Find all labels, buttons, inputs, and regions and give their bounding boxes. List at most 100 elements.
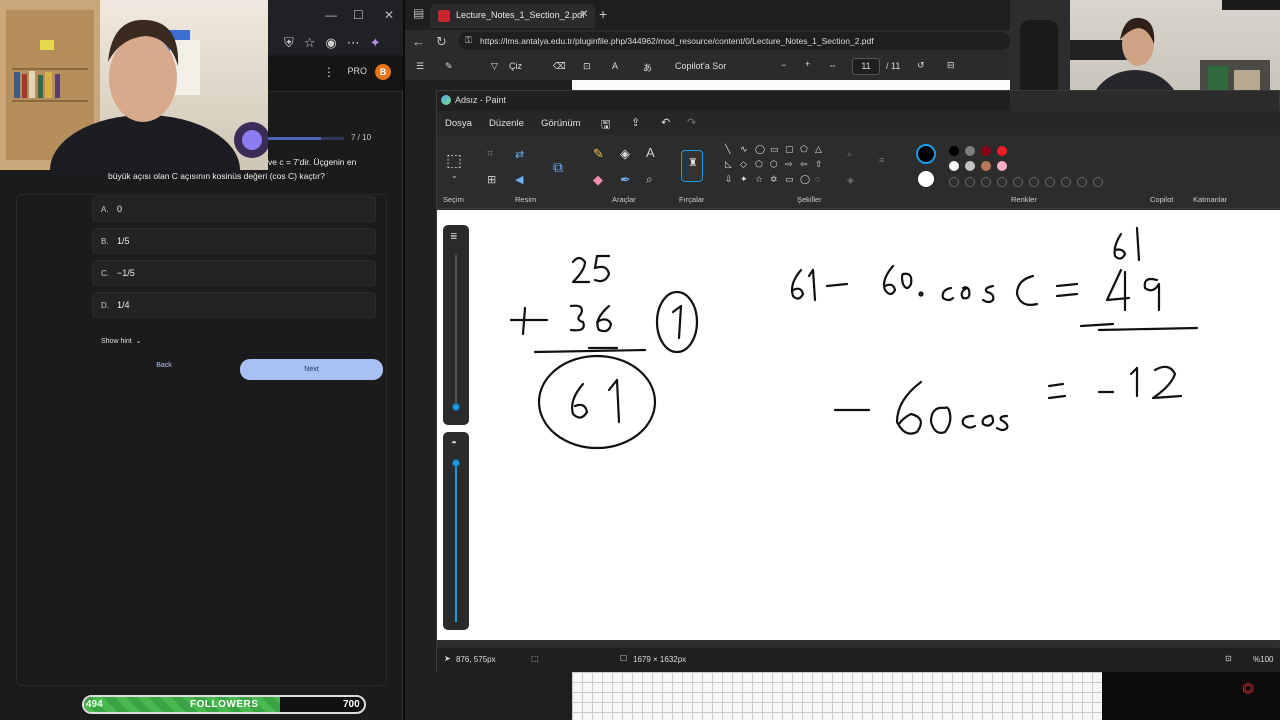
polygon-shape-icon[interactable]: ⬠ xyxy=(800,144,808,155)
minimize-icon[interactable]: — xyxy=(325,8,337,22)
custom-color-slot[interactable] xyxy=(1045,177,1055,187)
save-icon[interactable]: 🖫 xyxy=(601,116,610,135)
redo-icon[interactable]: ↷ xyxy=(687,116,696,129)
page-view-icon[interactable]: ⊟ xyxy=(947,60,955,71)
shield-icon[interactable]: ⛨ xyxy=(284,35,294,51)
selection-icon[interactable]: ⬚ xyxy=(446,151,462,171)
draw-icon[interactable]: ▽ xyxy=(491,61,498,72)
brush-selector[interactable]: ♜ xyxy=(681,150,703,182)
back-button[interactable]: Back xyxy=(142,362,186,376)
color-swatch[interactable] xyxy=(997,161,1007,171)
magnifier-icon[interactable]: ⌕ xyxy=(646,172,653,187)
four-point-star-icon[interactable]: ✦ xyxy=(740,174,748,185)
zoom-in-icon[interactable]: + xyxy=(805,59,810,69)
down-arrow-shape-icon[interactable]: ⇩ xyxy=(725,174,733,185)
fit-window-icon[interactable]: ⊡ xyxy=(1225,654,1232,663)
copilot-icon[interactable]: ✦ xyxy=(370,35,381,51)
undo-icon[interactable]: ↶ xyxy=(661,116,670,129)
tab-lecture-notes[interactable]: Lecture_Notes_1_Section_2.pdf xyxy=(430,4,595,28)
custom-color-slot[interactable] xyxy=(1077,177,1087,187)
resize-icon[interactable]: ⇄ xyxy=(515,148,524,161)
answer-option-c[interactable]: C. −1/5 xyxy=(92,260,376,286)
next-button[interactable]: Next xyxy=(240,359,383,380)
new-tab-icon[interactable]: + xyxy=(599,6,607,22)
answer-option-d[interactable]: D. 1/4 xyxy=(92,292,376,318)
right-triangle-shape-icon[interactable]: ◺ xyxy=(725,159,732,170)
menu-gorunum[interactable]: Görünüm xyxy=(541,118,581,129)
custom-color-slot[interactable] xyxy=(949,177,959,187)
callout-cloud-icon[interactable]: ◌ xyxy=(815,174,820,184)
rotate-icon[interactable]: ↺ xyxy=(917,60,925,71)
color-swatch[interactable] xyxy=(981,161,991,171)
page-number-input[interactable]: 11 xyxy=(852,58,880,75)
triangle-shape-icon[interactable]: △ xyxy=(815,144,822,155)
zoom-out-icon[interactable]: − xyxy=(781,60,786,70)
highlight-icon[interactable]: ✎ xyxy=(445,61,453,72)
fit-page-icon[interactable]: ⇔ xyxy=(828,60,837,70)
draw-label[interactable]: Çiz xyxy=(509,61,522,71)
line-shape-icon[interactable]: ╲ xyxy=(725,144,730,155)
ribbon-label-copilot[interactable]: Copilot xyxy=(1150,195,1173,204)
color-swatch[interactable] xyxy=(965,146,975,156)
fill-shape-icon[interactable]: ◈ xyxy=(847,175,854,186)
refresh-icon[interactable]: ↻ xyxy=(436,34,447,50)
right-arrow-shape-icon[interactable]: ⇨ xyxy=(785,159,793,170)
text-box-icon[interactable]: ⊡ xyxy=(583,61,591,72)
secondary-color-swatch[interactable] xyxy=(918,171,934,187)
up-arrow-shape-icon[interactable]: ⇧ xyxy=(815,159,823,170)
custom-color-slot[interactable] xyxy=(981,177,991,187)
image-select-icon[interactable]: ⊞ xyxy=(487,173,496,186)
left-arrow-shape-icon[interactable]: ⇦ xyxy=(800,159,808,170)
read-aloud-icon[interactable]: A xyxy=(612,61,618,71)
canvas-scrollbar[interactable] xyxy=(437,640,1280,646)
pentagon-shape-icon[interactable]: ⬠ xyxy=(755,159,763,170)
rectangle-shape-icon[interactable]: ▭ xyxy=(770,144,779,155)
avatar[interactable]: B xyxy=(375,64,391,80)
diamond-shape-icon[interactable]: ◇ xyxy=(740,159,747,170)
outline-icon[interactable]: ⌕ xyxy=(847,149,852,160)
text-icon[interactable]: A xyxy=(646,145,655,160)
color-swatch[interactable] xyxy=(981,146,991,156)
site-info-icon[interactable]: ⚿ xyxy=(465,35,472,46)
ribbon-label-layers[interactable]: Katmanlar xyxy=(1193,195,1227,204)
profile-icon[interactable]: ◉ xyxy=(325,35,336,51)
rotate-image-icon[interactable]: ◀ xyxy=(515,173,523,186)
oval-shape-icon[interactable]: ◯ xyxy=(755,144,765,155)
six-point-star-icon[interactable]: ✡ xyxy=(770,174,778,185)
hexagon-shape-icon[interactable]: ⬡ xyxy=(770,159,778,170)
curve-shape-icon[interactable]: ∿ xyxy=(740,144,748,155)
color-swatch[interactable] xyxy=(949,146,959,156)
star-icon[interactable]: ☆ xyxy=(304,35,316,51)
url-input[interactable]: ⚿ https://lms.antalya.edu.tr/pluginfile.… xyxy=(458,32,1010,50)
chevron-down-icon[interactable]: ⌄ xyxy=(451,171,458,180)
custom-color-slot[interactable] xyxy=(965,177,975,187)
custom-color-slot[interactable] xyxy=(1029,177,1039,187)
rounded-rect-shape-icon[interactable]: ▢ xyxy=(785,144,794,155)
copilot-ask-button[interactable]: Copilot'a Sor xyxy=(675,61,726,71)
translate-icon[interactable]: あ xyxy=(643,61,652,74)
callout-oval-icon[interactable]: ◯ xyxy=(800,174,810,185)
answer-option-a[interactable]: A. 0 xyxy=(92,196,376,222)
show-hint-toggle[interactable]: Show hint ⌄ xyxy=(101,337,142,345)
sidebar-toggle-icon[interactable]: ▤ xyxy=(413,6,424,20)
crop-icon[interactable]: ⌗ xyxy=(487,148,493,161)
answer-option-b[interactable]: B. 1/5 xyxy=(92,228,376,254)
contents-icon[interactable]: ☰ xyxy=(416,61,424,72)
shape-size-icon[interactable]: ≡ xyxy=(879,155,884,165)
more-icon[interactable]: ⋯ xyxy=(347,35,360,51)
close-icon[interactable]: ✕ xyxy=(384,8,394,22)
color-swatch[interactable] xyxy=(997,146,1007,156)
slider-knob[interactable] xyxy=(452,459,460,467)
primary-color-swatch[interactable] xyxy=(916,144,936,164)
opacity-slider[interactable]: ◓ xyxy=(443,432,469,630)
custom-color-slot[interactable] xyxy=(997,177,1007,187)
image-creator-icon[interactable]: ⧉ xyxy=(553,159,563,176)
back-arrow-icon[interactable]: ← xyxy=(412,34,425,49)
color-swatch[interactable] xyxy=(949,161,959,171)
acrobat-icon[interactable]: ⏣ xyxy=(1242,680,1258,696)
custom-color-slot[interactable] xyxy=(1013,177,1023,187)
color-swatch[interactable] xyxy=(965,161,975,171)
brush-size-slider[interactable]: ≣ xyxy=(443,225,469,425)
tab-close-icon[interactable]: ✕ xyxy=(580,9,588,20)
callout-rect-icon[interactable]: ▭ xyxy=(785,174,794,185)
